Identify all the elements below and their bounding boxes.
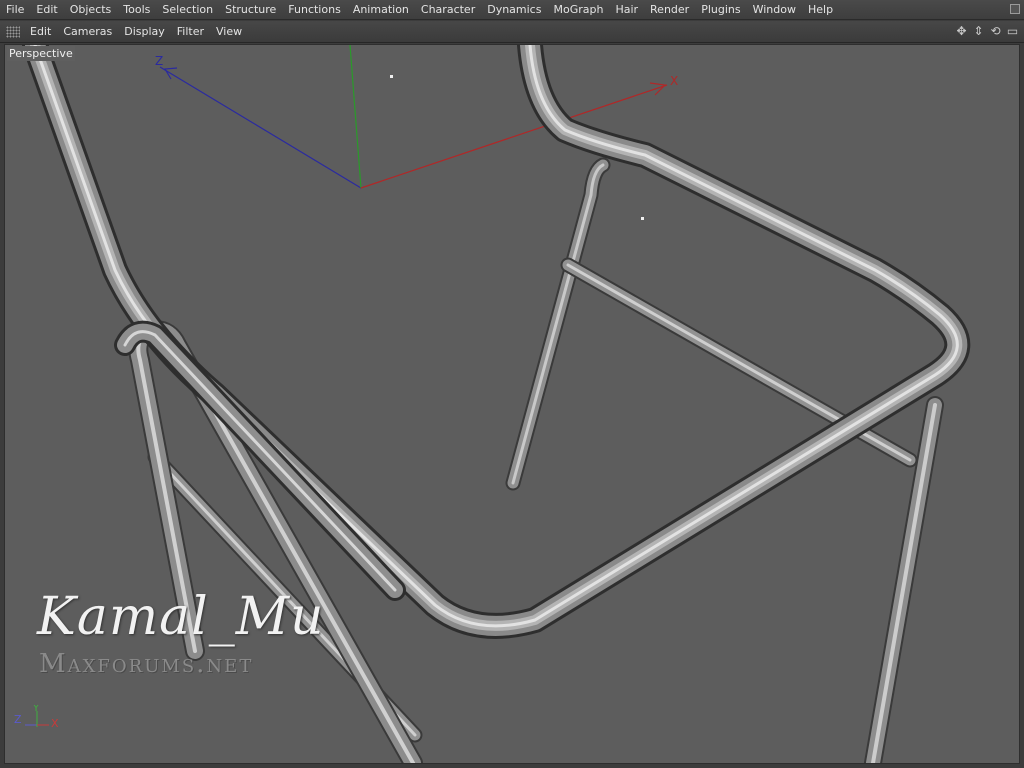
mini-axis-x-label: X <box>51 717 59 730</box>
mini-axis-y-label: Y <box>32 705 40 714</box>
menu-dynamics[interactable]: Dynamics <box>481 0 547 20</box>
back-leg-right <box>505 157 611 491</box>
viewmenu-view[interactable]: View <box>210 21 248 43</box>
menu-character[interactable]: Character <box>415 0 481 20</box>
point-marker <box>641 217 644 220</box>
menu-edit[interactable]: Edit <box>30 0 63 20</box>
main-menubar: File Edit Objects Tools Selection Struct… <box>0 0 1024 20</box>
menu-objects[interactable]: Objects <box>64 0 118 20</box>
watermark-site: Maxforums.net <box>39 649 254 679</box>
watermark-author: Kamal_Mu <box>37 587 325 647</box>
viewmenu-edit[interactable]: Edit <box>24 21 57 43</box>
menu-plugins[interactable]: Plugins <box>695 0 746 20</box>
menu-render[interactable]: Render <box>644 0 695 20</box>
mini-axis-indicator: Z Y X <box>14 705 59 730</box>
rotate-view-icon[interactable]: ⟲ <box>988 24 1003 39</box>
menu-tools[interactable]: Tools <box>117 0 156 20</box>
maximize-view-icon[interactable]: ▭ <box>1005 24 1020 39</box>
viewmenu-display[interactable]: Display <box>118 21 171 43</box>
menu-hair[interactable]: Hair <box>609 0 644 20</box>
view-navigation-icons: ✥ ⇕ ⟲ ▭ <box>954 24 1020 39</box>
viewport-label: Perspective <box>7 46 75 61</box>
viewport-menubar: Edit Cameras Display Filter View ✥ ⇕ ⟲ ▭ <box>0 21 1024 43</box>
y-axis-line <box>349 45 362 189</box>
menu-window[interactable]: Window <box>747 0 802 20</box>
point-marker <box>390 75 393 78</box>
mini-axis-z-label: Z <box>14 713 22 726</box>
window-close-icon[interactable] <box>1010 4 1020 14</box>
x-axis-arrow <box>649 82 667 96</box>
menu-file[interactable]: File <box>0 0 30 20</box>
perspective-viewport[interactable]: Perspective Z X Kamal_Mu Maxforums.net Z… <box>4 44 1020 764</box>
menu-structure[interactable]: Structure <box>219 0 282 20</box>
menu-mograph[interactable]: MoGraph <box>547 0 609 20</box>
z-axis-label: Z <box>155 54 163 68</box>
viewmenu-cameras[interactable]: Cameras <box>57 21 118 43</box>
viewmenu-filter[interactable]: Filter <box>171 21 210 43</box>
menu-functions[interactable]: Functions <box>282 0 347 20</box>
move-view-icon[interactable]: ✥ <box>954 24 969 39</box>
z-axis-line <box>159 66 362 189</box>
x-axis-label: X <box>670 74 678 88</box>
menu-selection[interactable]: Selection <box>156 0 219 20</box>
menu-help[interactable]: Help <box>802 0 839 20</box>
menu-animation[interactable]: Animation <box>347 0 415 20</box>
dolly-view-icon[interactable]: ⇕ <box>971 24 986 39</box>
panel-grip-icon[interactable] <box>6 25 20 38</box>
